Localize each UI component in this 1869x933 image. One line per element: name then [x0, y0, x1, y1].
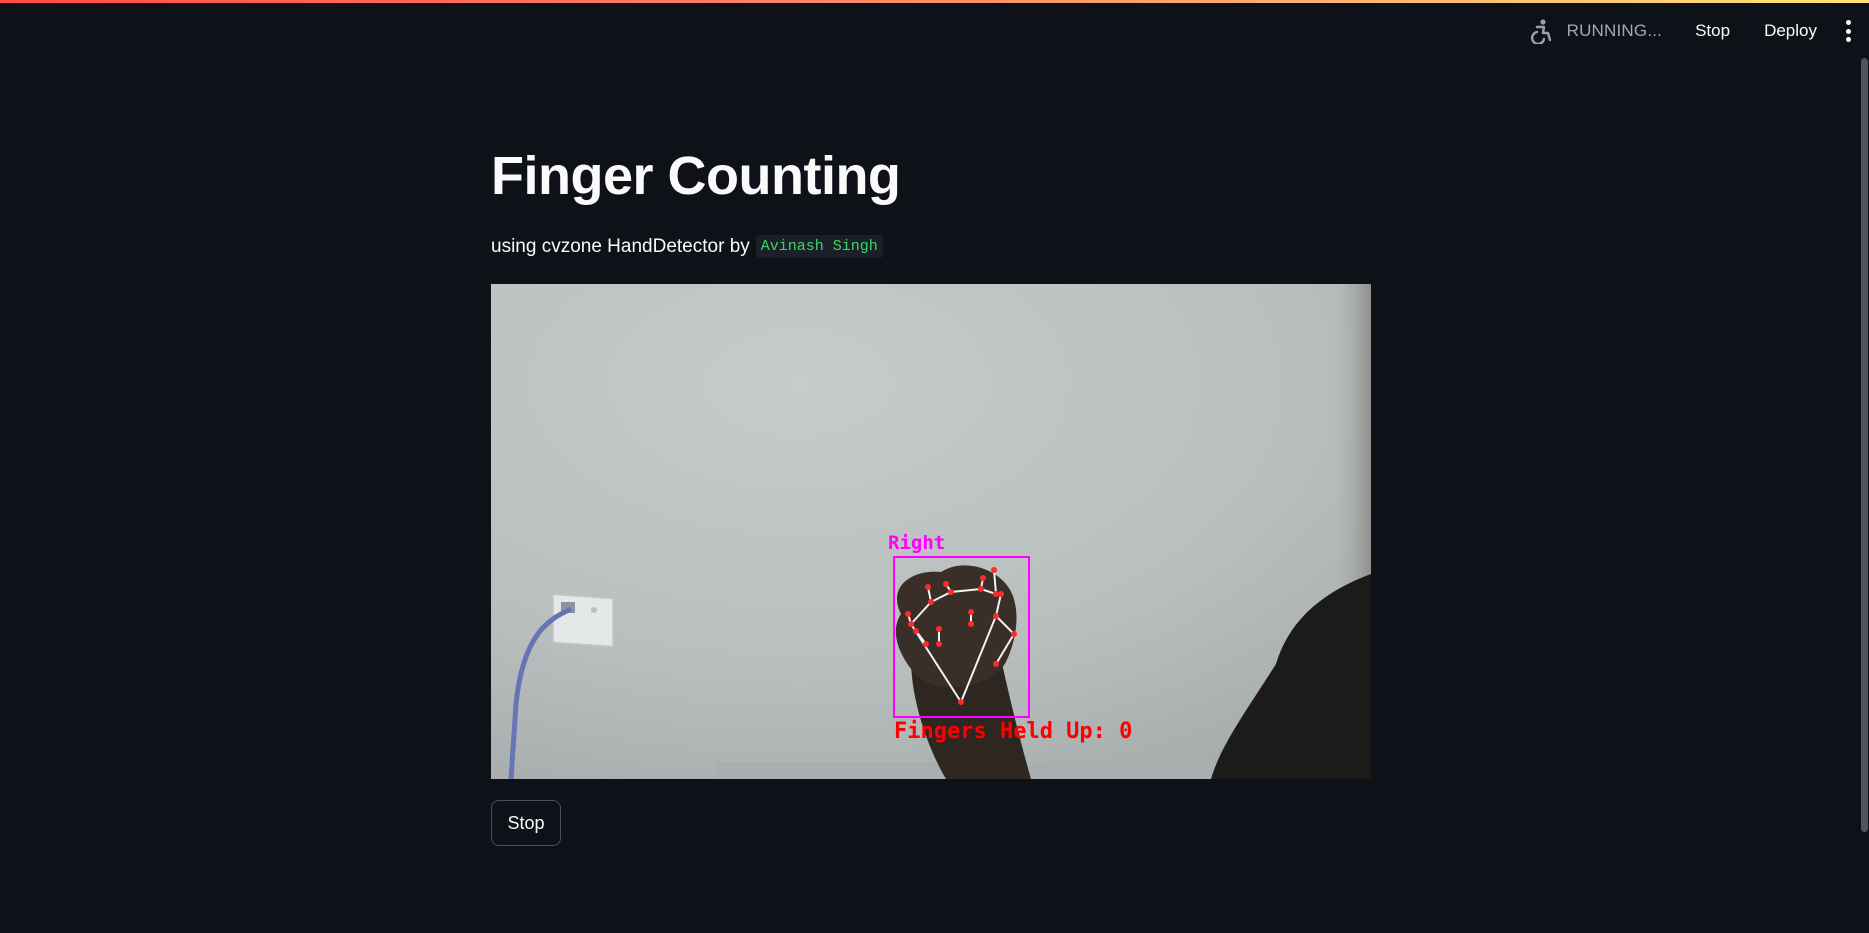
scrollbar[interactable] [1861, 58, 1868, 832]
deploy-button[interactable]: Deploy [1756, 15, 1825, 47]
stop-button[interactable]: Stop [491, 800, 561, 846]
webcam-frame: Right Fingers Held Up: 0 [491, 284, 1371, 779]
running-man-icon [1530, 19, 1551, 44]
running-status: RUNNING... [1566, 21, 1663, 40]
main-menu-icon[interactable] [1843, 20, 1853, 42]
hand-label: Right [888, 532, 945, 554]
fist [895, 565, 1017, 688]
toolbar-stop-button[interactable]: Stop [1687, 15, 1738, 47]
subtitle-text: using cvzone HandDetector by [491, 235, 750, 257]
finger-count-text: Fingers Held Up: 0 [894, 719, 1132, 744]
page-subtitle: using cvzone HandDetector by Avinash Sin… [491, 235, 883, 258]
top-decoration-bar [0, 0, 1869, 3]
app-toolbar: RUNNING... Stop Deploy [1529, 14, 1853, 48]
author-name: Avinash Singh [755, 235, 883, 258]
page-title: Finger Counting [491, 146, 901, 206]
webcam-feed: Right Fingers Held Up: 0 [491, 284, 1371, 779]
